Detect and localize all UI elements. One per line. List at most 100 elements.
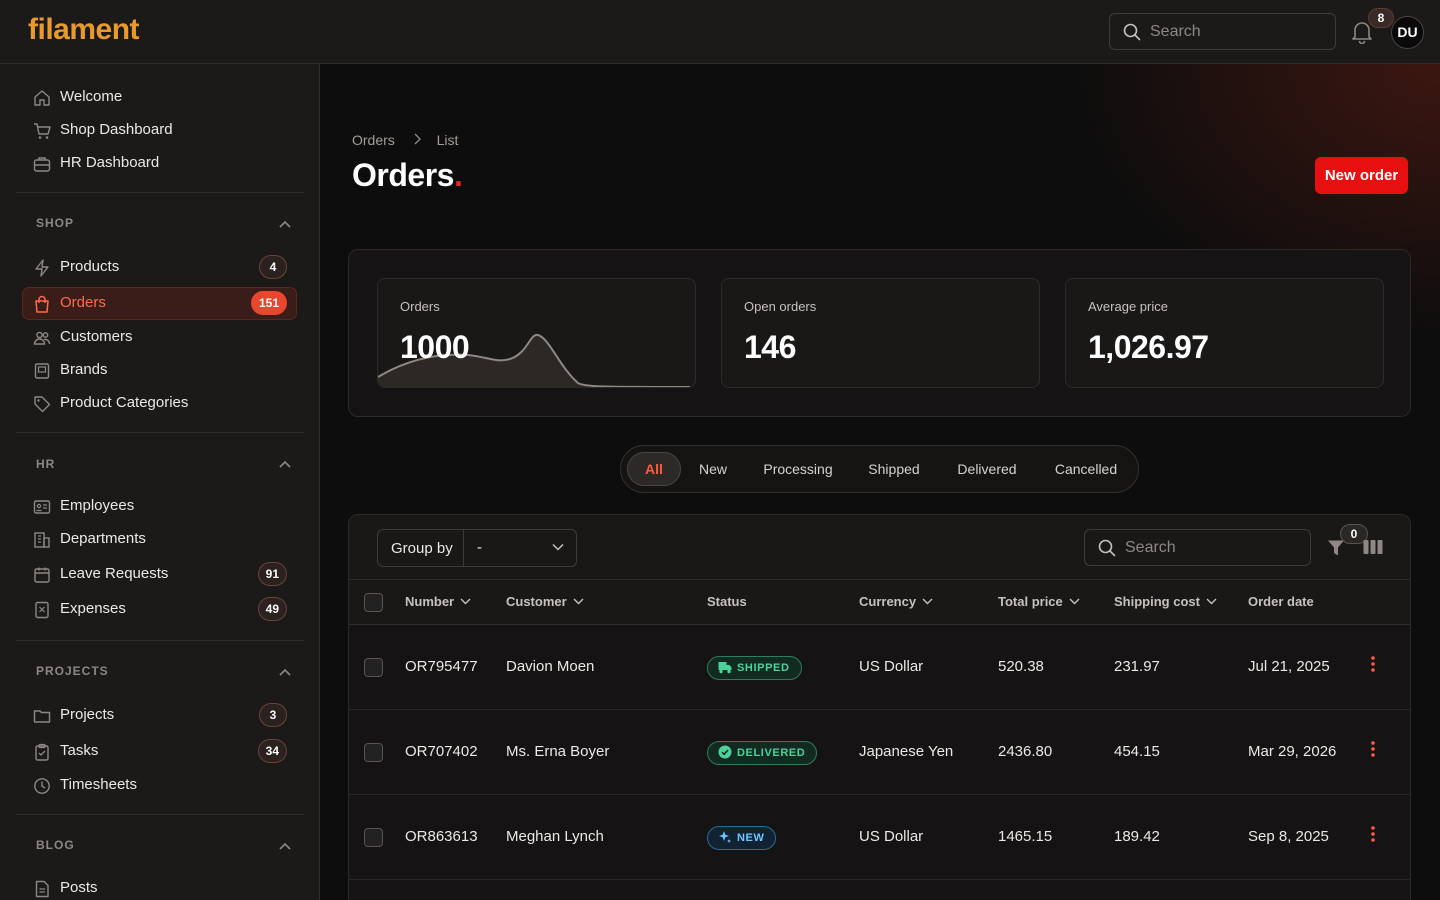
stat-card-average-price: Average price 1,026.97 xyxy=(1065,278,1384,388)
cell-customer: Meghan Lynch xyxy=(506,828,604,845)
count-badge: 91 xyxy=(257,562,287,586)
sparkles-icon xyxy=(719,831,731,843)
sidebar-divider xyxy=(16,192,304,193)
group-by-value: - xyxy=(477,539,482,556)
sidebar-item-shop-dashboard[interactable]: Shop Dashboard xyxy=(22,114,297,147)
column-header-label: Total price xyxy=(998,594,1063,609)
tab-new[interactable]: New xyxy=(689,452,737,486)
global-search-input[interactable] xyxy=(1150,14,1330,49)
sidebar-item-projects[interactable]: Projects 3 xyxy=(22,699,297,732)
user-avatar[interactable]: DU xyxy=(1391,16,1424,49)
sidebar-item-label: Employees xyxy=(60,497,135,514)
chevron-right-icon xyxy=(414,133,421,145)
tab-all[interactable]: All xyxy=(627,452,681,486)
chevron-down-icon xyxy=(573,598,584,605)
chevron-up-icon[interactable] xyxy=(278,667,292,677)
column-header-shipping-cost[interactable]: Shipping cost xyxy=(1114,594,1217,609)
sidebar-item-label: Customers xyxy=(60,328,133,345)
column-header-customer[interactable]: Customer xyxy=(506,594,584,609)
row-checkbox[interactable] xyxy=(364,743,383,762)
column-header-currency[interactable]: Currency xyxy=(859,594,933,609)
sidebar-item-posts[interactable]: Posts xyxy=(22,872,297,900)
tab-delivered[interactable]: Delivered xyxy=(945,452,1029,486)
sidebar-item-label: Products xyxy=(60,258,120,275)
column-header-label: Number xyxy=(405,594,455,609)
table-search[interactable] xyxy=(1084,529,1311,566)
chevron-down-icon xyxy=(1069,598,1080,605)
cell-total-price: 1465.15 xyxy=(998,828,1053,845)
check-circle-icon xyxy=(718,745,732,759)
select-all-checkbox[interactable] xyxy=(364,593,383,612)
column-header-label: Shipping cost xyxy=(1114,594,1200,609)
book-icon xyxy=(34,363,50,379)
row-checkbox[interactable] xyxy=(364,658,383,677)
sidebar-item-orders[interactable]: Orders 151 xyxy=(22,287,297,320)
tab-cancelled[interactable]: Cancelled xyxy=(1045,452,1127,486)
status-badge: SHIPPED xyxy=(707,656,802,680)
table-row[interactable]: OR707402 Ms. Erna Boyer DELIVERED Japane… xyxy=(349,710,1410,795)
chevron-up-icon[interactable] xyxy=(278,841,292,851)
sidebar-item-leave-requests[interactable]: Leave Requests 91 xyxy=(22,558,297,591)
row-actions-icon[interactable] xyxy=(1365,655,1381,673)
group-by-select[interactable]: Group by - xyxy=(377,529,577,567)
count-badge: 49 xyxy=(257,597,287,621)
columns-icon[interactable] xyxy=(1363,539,1383,555)
table-row[interactable]: OR863613 Meghan Lynch NEW US Dollar 1465… xyxy=(349,795,1410,880)
column-header-label: Customer xyxy=(506,594,567,609)
chevron-up-icon[interactable] xyxy=(278,459,292,469)
shopping-bag-icon xyxy=(35,295,49,313)
users-icon xyxy=(33,331,51,345)
column-header-total-price[interactable]: Total price xyxy=(998,594,1080,609)
group-by-label: Group by xyxy=(391,540,453,557)
table-search-input[interactable] xyxy=(1125,530,1305,565)
tab-processing[interactable]: Processing xyxy=(753,452,843,486)
sidebar-item-timesheets[interactable]: Timesheets xyxy=(22,769,297,802)
sidebar-item-brands[interactable]: Brands xyxy=(22,354,297,387)
column-header-number[interactable]: Number xyxy=(405,594,471,609)
clipboard-icon xyxy=(35,743,49,761)
sidebar-item-employees[interactable]: Employees xyxy=(22,490,297,523)
column-header-status: Status xyxy=(707,594,747,609)
status-badge-label: SHIPPED xyxy=(737,662,790,674)
cell-order-date: Sep 8, 2025 xyxy=(1248,828,1329,845)
sidebar-item-welcome[interactable]: Welcome xyxy=(22,81,297,114)
cell-customer: Davion Moen xyxy=(506,658,595,675)
chevron-down-icon xyxy=(922,598,933,605)
breadcrumb-item-orders[interactable]: Orders xyxy=(352,132,395,148)
sidebar-item-customers[interactable]: Customers xyxy=(22,321,297,354)
row-checkbox[interactable] xyxy=(364,828,383,847)
row-actions-icon[interactable] xyxy=(1365,825,1381,843)
tab-shipped[interactable]: Shipped xyxy=(859,452,929,486)
new-order-button[interactable]: New order xyxy=(1315,157,1408,194)
stat-value: 146 xyxy=(744,329,796,365)
sidebar-item-tasks[interactable]: Tasks 34 xyxy=(22,735,297,768)
title-dot: . xyxy=(453,157,463,193)
group-title-shop: SHOP xyxy=(36,216,75,230)
stat-card-orders: Orders 1000 xyxy=(377,278,696,388)
chevron-up-icon[interactable] xyxy=(278,219,292,229)
global-search[interactable] xyxy=(1109,13,1336,50)
table-header: Number Customer Status Currency Total pr… xyxy=(349,580,1410,625)
sidebar-divider xyxy=(16,432,304,433)
search-icon xyxy=(1098,539,1116,557)
sidebar-item-hr-dashboard[interactable]: HR Dashboard xyxy=(22,147,297,180)
cell-currency: US Dollar xyxy=(859,658,924,675)
filter-icon[interactable] xyxy=(1327,539,1345,557)
cell-number: OR707402 xyxy=(405,743,478,760)
document-icon xyxy=(35,880,49,898)
sidebar-divider xyxy=(16,640,304,641)
sidebar-item-product-categories[interactable]: Product Categories xyxy=(22,387,297,420)
stat-value: 1000 xyxy=(400,329,470,365)
cell-total-price: 2436.80 xyxy=(998,743,1053,760)
table-row[interactable]: OR795477 Davion Moen SHIPPED US Dollar 5… xyxy=(349,625,1410,710)
column-header-order-date[interactable]: Order date xyxy=(1248,594,1314,609)
sidebar-item-label: Timesheets xyxy=(60,776,137,793)
sidebar-item-products[interactable]: Products 4 xyxy=(22,251,297,284)
top-bar: filament 8 DU xyxy=(0,0,1440,64)
app-logo[interactable]: filament xyxy=(28,13,140,47)
chevron-down-icon xyxy=(460,598,471,605)
sidebar-item-label: HR Dashboard xyxy=(60,154,160,171)
sidebar-item-expenses[interactable]: Expenses 49 xyxy=(22,593,297,626)
sidebar-item-departments[interactable]: Departments xyxy=(22,523,297,556)
row-actions-icon[interactable] xyxy=(1365,740,1381,758)
